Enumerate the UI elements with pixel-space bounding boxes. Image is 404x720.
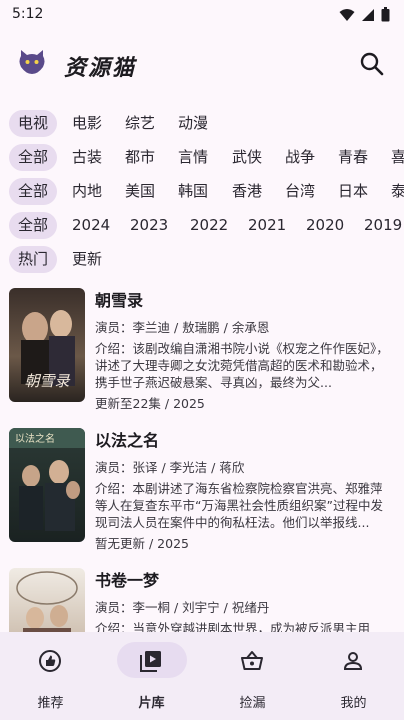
- filter-chip-movie[interactable]: 电影: [72, 110, 102, 137]
- filter-row-type: 电视 电影 综艺 动漫: [0, 108, 404, 139]
- nav-label: 我的: [340, 696, 367, 711]
- filter-chip-variety[interactable]: 综艺: [125, 110, 155, 137]
- thumbs-up-icon: [39, 650, 61, 672]
- filter-chip-genre[interactable]: 喜: [391, 144, 404, 171]
- filter-chip-genre-all[interactable]: 全部: [9, 144, 58, 171]
- nav-library[interactable]: 片库: [101, 642, 202, 712]
- status-icons: [339, 7, 390, 22]
- signal-icon: [362, 8, 374, 21]
- filter-chip-year[interactable]: 2020: [306, 212, 344, 239]
- cat-logo-icon: [19, 50, 45, 74]
- filter-row-region: 全部 内地 美国 韩国 香港 台湾 日本 泰: [0, 176, 404, 207]
- filter-chip-year[interactable]: 2022: [190, 212, 228, 239]
- list-item[interactable]: 朝雪录 朝雪录 演员：李兰迪 / 敖瑞鹏 / 余承恩 介绍：该剧改编自潇湘书院小…: [0, 280, 404, 413]
- list-item[interactable]: 以法之名 以法之名 演员：张译 / 李光洁 / 蒋欣 介绍：本剧讲述了海东省检察…: [0, 420, 404, 553]
- item-info: 以法之名 演员：张译 / 李光洁 / 蒋欣 介绍：本剧讲述了海东省检察院检察官洪…: [95, 428, 392, 553]
- nav-bargain[interactable]: 捡漏: [202, 642, 303, 712]
- filter-chip-genre[interactable]: 武侠: [232, 144, 262, 171]
- item-info: 朝雪录 演员：李兰迪 / 敖瑞鹏 / 余承恩 介绍：该剧改编自潇湘书院小说《权宠…: [95, 288, 392, 413]
- poster-title-text: 以法之名: [15, 432, 55, 445]
- filter-chip-year[interactable]: 2023: [130, 212, 168, 239]
- app-bar: 资源猫: [0, 44, 404, 84]
- filter-chip-updated[interactable]: 更新: [72, 246, 102, 273]
- filter-chip-hot[interactable]: 热门: [9, 246, 58, 273]
- filter-chip-region[interactable]: 韩国: [178, 178, 208, 205]
- filter-chip-region[interactable]: 日本: [338, 178, 368, 205]
- status-bar: 5:12: [0, 0, 404, 30]
- nav-label: 捡漏: [239, 696, 266, 711]
- poster-image: 朝雪录: [9, 288, 85, 402]
- video-library-icon: [140, 651, 161, 672]
- item-cast: 演员：李一桐 / 刘宇宁 / 祝绪丹: [95, 600, 270, 615]
- nav-label: 推荐: [37, 696, 64, 711]
- battery-icon: [381, 7, 390, 22]
- filter-chip-year[interactable]: 2024: [72, 212, 110, 239]
- item-description: 介绍：本剧讲述了海东省检察院检察官洪亮、郑雅萍等人在复查东平市“万海黑社会性质组…: [95, 481, 383, 530]
- nav-mine[interactable]: 我的: [303, 642, 404, 712]
- filter-chip-anime[interactable]: 动漫: [178, 110, 208, 137]
- item-title: 朝雪录: [95, 291, 144, 310]
- item-title: 以法之名: [95, 431, 160, 450]
- item-cast: 演员：李兰迪 / 敖瑞鹏 / 余承恩: [95, 320, 270, 335]
- filter-chip-genre[interactable]: 青春: [338, 144, 368, 171]
- filter-chip-tv[interactable]: 电视: [9, 110, 58, 137]
- filter-chip-genre[interactable]: 都市: [125, 144, 155, 171]
- filter-chip-year[interactable]: 2019: [364, 212, 402, 239]
- app-title: 资源猫: [64, 55, 137, 81]
- filter-chip-region[interactable]: 美国: [125, 178, 155, 205]
- filter-chip-year-all[interactable]: 全部: [9, 212, 58, 239]
- item-cast: 演员：张译 / 李光洁 / 蒋欣: [95, 460, 245, 475]
- status-time: 5:12: [12, 6, 44, 22]
- filter-row-genre: 全部 古装 都市 言情 武侠 战争 青春 喜: [0, 142, 404, 173]
- basket-icon: [241, 651, 263, 670]
- item-title: 书卷一梦: [95, 571, 160, 590]
- item-meta: 更新至22集 / 2025: [95, 396, 205, 411]
- nav-label: 片库: [138, 696, 165, 711]
- filter-chip-genre[interactable]: 言情: [178, 144, 208, 171]
- wifi-icon: [339, 8, 355, 21]
- filter-chip-region[interactable]: 香港: [232, 178, 262, 205]
- item-description: 介绍：该剧改编自潇湘书院小说《权宠之仵作医妃》，讲述了大理寺卿之女沈菀凭借高超的…: [95, 341, 389, 390]
- person-icon: [343, 652, 363, 670]
- filter-chip-genre[interactable]: 战争: [285, 144, 315, 171]
- poster-title-text: 朝雪录: [24, 372, 70, 390]
- poster-image: 以法之名: [9, 428, 85, 542]
- filter-chip-genre[interactable]: 古装: [72, 144, 102, 171]
- item-meta: 暂无更新 / 2025: [95, 536, 189, 551]
- filter-row-sort: 热门 更新: [0, 244, 404, 275]
- filter-chip-region-all[interactable]: 全部: [9, 178, 58, 205]
- filter-chip-region[interactable]: 泰: [391, 178, 404, 205]
- search-icon[interactable]: [358, 50, 386, 78]
- filter-chip-region[interactable]: 台湾: [285, 178, 315, 205]
- nav-recommend[interactable]: 推荐: [0, 642, 101, 712]
- bottom-navigation: 推荐 片库 捡漏 我的: [0, 632, 404, 720]
- filter-panel: 电视 电影 综艺 动漫 全部 古装 都市 言情 武侠 战争 青春 喜 全部 内地…: [0, 108, 404, 275]
- filter-row-year: 全部 2024 2023 2022 2021 2020 2019: [0, 210, 404, 241]
- filter-chip-year[interactable]: 2021: [248, 212, 286, 239]
- filter-chip-region[interactable]: 内地: [72, 178, 102, 205]
